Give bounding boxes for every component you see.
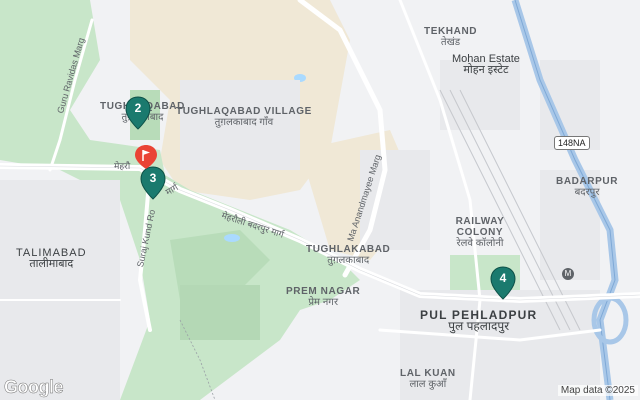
road-label-mehrauli-short: मेहरौ bbox=[114, 161, 131, 171]
area-label-pul-pehladpur: PUL PEHLADPUR पुल पहलादपुर bbox=[420, 308, 538, 333]
area-label-mohan-estate: Mohan Estate मोहन इस्टेट bbox=[452, 53, 520, 76]
map-canvas[interactable]: TEKHAND तेखंड Mohan Estate मोहन इस्टेट TUG… bbox=[0, 0, 640, 400]
marker-number: 4 bbox=[499, 271, 507, 285]
map-base-layer bbox=[0, 0, 640, 400]
marker-number: 3 bbox=[149, 171, 157, 185]
area-label-lal-kuan: LAL KUAN लाल कुआँ bbox=[400, 368, 456, 390]
area-label-railway-colony: RAILWAY COLONY रेलवे कॉलोनी bbox=[455, 216, 505, 249]
area-label-tughlakabad: TUGHLAKABAD तुग़लकाबाद bbox=[306, 244, 391, 266]
google-logo: Google bbox=[4, 377, 64, 398]
metro-station-icon[interactable]: M bbox=[562, 268, 574, 280]
area-label-tekhand: TEKHAND तेखंड bbox=[424, 26, 478, 48]
map-marker-4[interactable]: 4 bbox=[490, 266, 516, 300]
area-label-prem-nagar: PREM NAGAR प्रेम नगर bbox=[286, 286, 361, 308]
map-marker-2[interactable]: 2 bbox=[125, 96, 151, 130]
area-label-tughlaqabad-village: TUGHLAQABAD VILLAGE तुग़लकाबाद गाँव bbox=[176, 106, 312, 128]
area-label-badarpur: BADARPUR बदरपुर bbox=[556, 176, 619, 198]
highway-shield: 148NA bbox=[554, 136, 590, 150]
map-data-credit[interactable]: Map data ©2025 bbox=[557, 385, 638, 396]
flag-icon bbox=[135, 145, 157, 169]
marker-number: 2 bbox=[134, 101, 142, 115]
map-marker-3[interactable]: 3 bbox=[140, 166, 166, 200]
area-label-talimabad: TALIMABAD तालीमाबाद bbox=[16, 247, 87, 270]
map-marker-flag[interactable] bbox=[134, 144, 158, 170]
